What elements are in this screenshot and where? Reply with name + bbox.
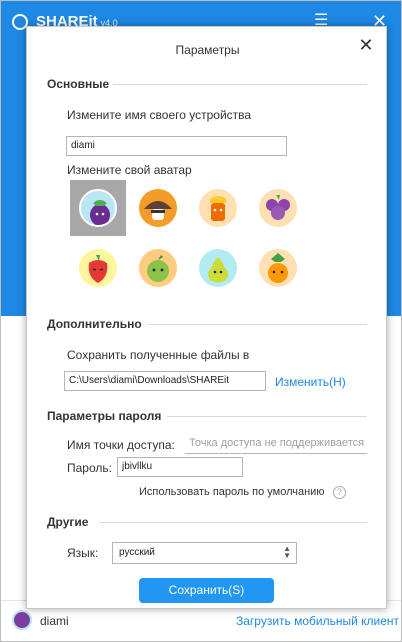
hotspot-label: Имя точки доступа: — [67, 438, 175, 452]
password-label: Пароль: — [67, 461, 112, 475]
language-value: русский — [119, 547, 155, 558]
section-divider — [167, 416, 367, 417]
close-icon[interactable]: ✕ — [358, 36, 374, 54]
save-path-label: Сохранить полученные файлы в — [67, 348, 250, 362]
settings-dialog: Параметры ✕ Основные Измените имя своего… — [26, 26, 387, 609]
carrot-icon — [199, 189, 237, 227]
select-arrows-icon: ▲ ▼ — [283, 544, 291, 560]
hotspot-input[interactable]: Точка доступа не поддерживается — [185, 434, 367, 454]
avatar-eggplant[interactable] — [70, 180, 126, 236]
user-name: diami — [40, 614, 69, 628]
section-password-title: Параметры пароля — [47, 409, 162, 423]
save-path-input[interactable]: C:\Users\diami\Downloads\SHAREit — [64, 371, 266, 391]
password-input[interactable]: jbivllku — [117, 457, 243, 477]
avatar-mushroom[interactable] — [130, 180, 186, 236]
section-divider — [113, 84, 367, 85]
avatar-label: Измените свой аватар — [67, 163, 192, 177]
mushroom-icon — [139, 189, 177, 227]
user-avatar[interactable] — [12, 610, 32, 630]
default-password-label[interactable]: Использовать пароль по умолчанию — [139, 486, 325, 498]
grapes-icon — [259, 189, 297, 227]
dialog-title: Параметры — [175, 43, 240, 57]
avatar-pear[interactable] — [190, 240, 246, 296]
eggplant-icon — [79, 189, 117, 227]
section-other-title: Другие — [47, 515, 89, 529]
language-label: Язык: — [67, 546, 99, 560]
language-select[interactable]: русский ▲ ▼ — [112, 542, 297, 564]
avatar-carrot[interactable] — [190, 180, 246, 236]
avatar-grapes[interactable] — [250, 180, 306, 236]
section-basic-title: Основные — [47, 77, 110, 91]
device-name-input[interactable]: diami — [66, 136, 287, 156]
change-path-link[interactable]: Изменить(H) — [275, 375, 346, 389]
download-mobile-client-link[interactable]: Загрузить мобильный клиент — [236, 614, 399, 628]
section-additional-title: Дополнительно — [47, 317, 142, 331]
avatar-pineapple[interactable] — [250, 240, 306, 296]
help-icon[interactable]: ? — [333, 486, 346, 499]
save-button[interactable]: Сохранить(S) — [139, 578, 274, 603]
avatar-apple[interactable] — [130, 240, 186, 296]
pepper-icon — [79, 249, 117, 287]
apple-icon — [139, 249, 177, 287]
device-name-label: Измените имя своего устройства — [67, 108, 252, 122]
pineapple-icon — [259, 249, 297, 287]
section-divider — [147, 324, 367, 325]
section-divider — [99, 522, 367, 523]
avatar-pepper[interactable] — [70, 240, 126, 296]
pear-icon — [199, 249, 237, 287]
